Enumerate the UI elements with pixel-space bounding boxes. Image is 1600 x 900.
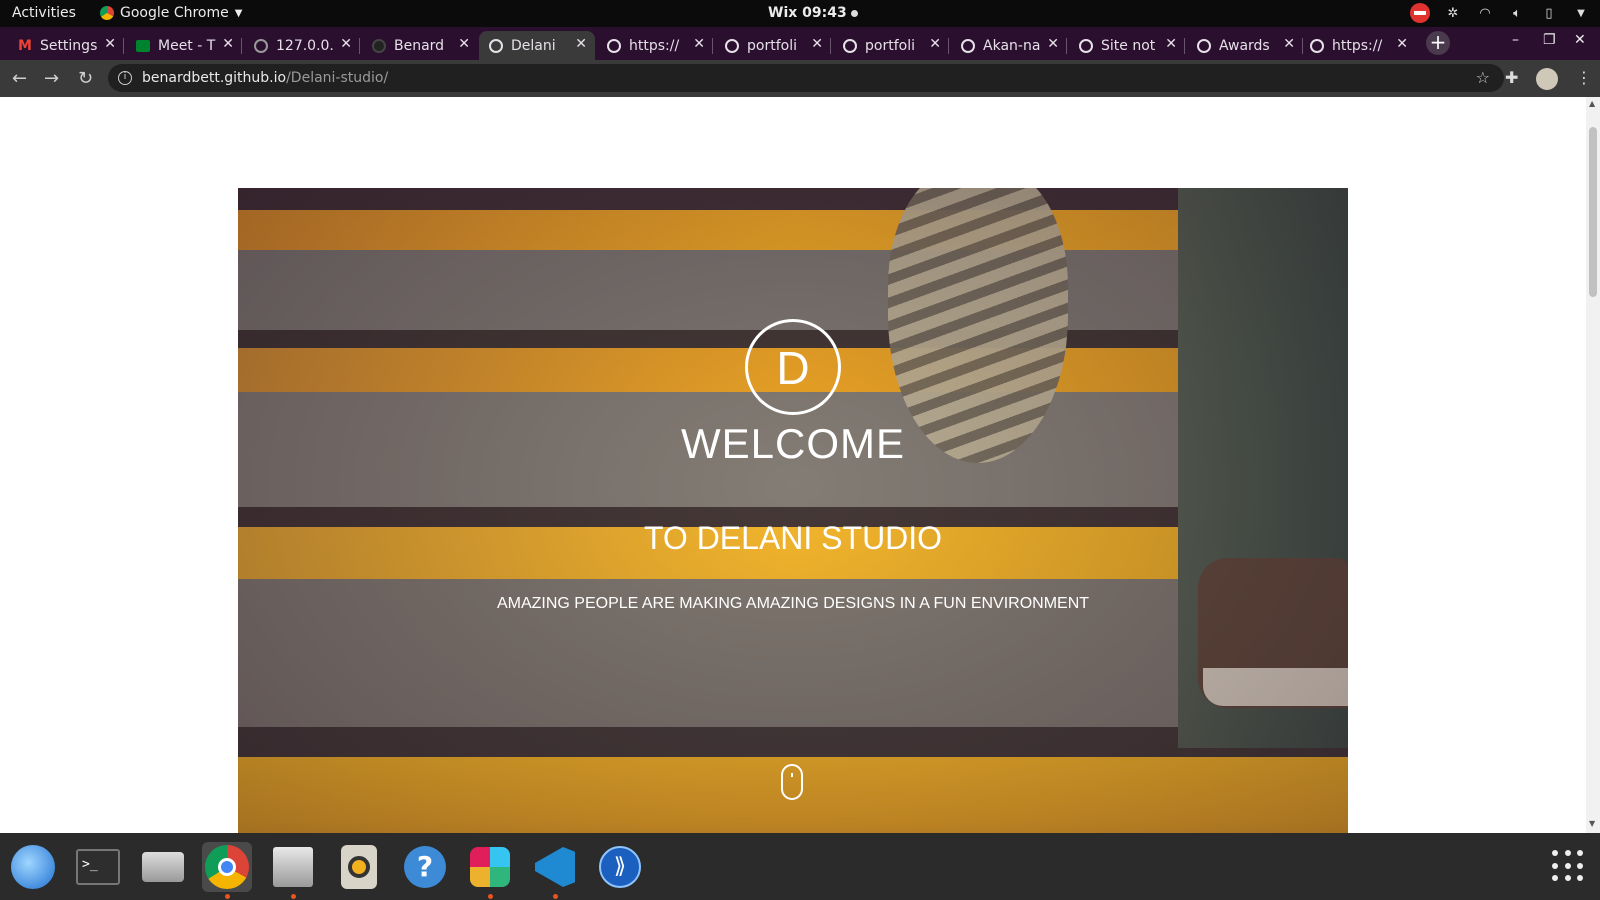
- close-tab-icon[interactable]: ✕: [575, 36, 587, 52]
- scroll-down-mouse-icon[interactable]: [781, 764, 803, 800]
- system-tray[interactable]: ✲ ◠ 🔈︎ ▯ ▼: [1410, 3, 1590, 23]
- hero-subtitle: TO DELANI STUDIO: [643, 520, 943, 556]
- back-arrow-icon[interactable]: ←: [12, 68, 27, 89]
- close-window-icon[interactable]: ✕: [1574, 32, 1586, 48]
- close-tab-icon[interactable]: ✕: [1283, 36, 1295, 52]
- globe-icon: [843, 38, 857, 53]
- site-info-icon[interactable]: i: [118, 71, 132, 85]
- tab-meet[interactable]: Meet - T ✕: [126, 31, 242, 60]
- globe-icon: [489, 38, 503, 53]
- scroll-up-arrow-icon[interactable]: ▲: [1589, 99, 1595, 108]
- running-indicator: [553, 894, 558, 899]
- tab-portfolio-1[interactable]: portfoli ✕: [715, 31, 831, 60]
- bookmark-star-icon[interactable]: ☆: [1476, 68, 1490, 87]
- url-path: /Delani-studio/: [286, 70, 389, 86]
- battery-icon: ▯: [1545, 5, 1553, 21]
- globe-icon: [725, 38, 739, 53]
- hero-tagline: AMAZING PEOPLE ARE MAKING AMAZING DESIGN…: [496, 595, 1090, 612]
- hero-section: D WELCOME TO DELANI STUDIO AMAZING PEOPL…: [238, 188, 1348, 833]
- system-top-bar: Activities Google Chrome ▼ Wix 09:43 ✲ ◠…: [0, 0, 1600, 27]
- tab-settings[interactable]: M Settings ✕: [8, 31, 124, 60]
- running-indicator: [488, 894, 493, 899]
- scroll-down-arrow-icon[interactable]: ▼: [1589, 819, 1595, 828]
- meet-icon: [136, 39, 150, 52]
- address-bar[interactable]: i benardbett.github.io/Delani-studio/ ☆: [108, 64, 1504, 92]
- studio-logo: D: [745, 319, 841, 415]
- new-tab-button[interactable]: +: [1426, 31, 1450, 55]
- url-host: benardbett.github.io: [142, 70, 287, 86]
- activities-button[interactable]: Activities: [12, 5, 76, 21]
- close-tab-icon[interactable]: ✕: [104, 36, 116, 52]
- system-menu-chevron-icon[interactable]: ▼: [1572, 4, 1590, 22]
- vscode-icon[interactable]: [530, 842, 580, 899]
- tab-site-not-found[interactable]: Site not ✕: [1069, 31, 1185, 60]
- terminal-icon[interactable]: >_: [73, 842, 123, 892]
- tab-portfolio-2[interactable]: portfoli ✕: [833, 31, 949, 60]
- forward-arrow-icon[interactable]: →: [44, 68, 59, 89]
- web-page: D WELCOME TO DELANI STUDIO AMAZING PEOPL…: [0, 97, 1586, 833]
- globe-icon: [254, 38, 268, 53]
- slack-tray-icon[interactable]: ✲: [1444, 4, 1462, 22]
- globe-icon: [1079, 38, 1093, 53]
- tab-awards[interactable]: Awards ✕: [1187, 31, 1303, 60]
- notification-dot: [850, 9, 858, 17]
- chevron-down-icon: ▼: [234, 7, 243, 19]
- slack-icon[interactable]: [465, 842, 515, 899]
- tab-akan-names[interactable]: Akan-na ✕: [951, 31, 1067, 60]
- wifi-icon: ◠: [1479, 5, 1491, 21]
- hero-welcome-heading: WELCOME: [680, 420, 905, 467]
- reload-icon[interactable]: ↻: [78, 68, 93, 89]
- close-tab-icon[interactable]: ✕: [458, 36, 470, 52]
- do-not-disturb-icon[interactable]: [1410, 3, 1430, 23]
- close-tab-icon[interactable]: ✕: [1396, 36, 1408, 52]
- clock[interactable]: Wix 09:43: [768, 5, 858, 21]
- tab-strip: M Settings ✕ Meet - T ✕ 127.0.0. ✕ Benar…: [0, 27, 1600, 60]
- chrome-icon[interactable]: [202, 842, 252, 899]
- running-indicator: [225, 894, 230, 899]
- minimize-icon[interactable]: –: [1512, 32, 1519, 48]
- scanner-icon[interactable]: [138, 842, 188, 892]
- volume-icon: 🔈︎: [1513, 5, 1521, 21]
- gmail-icon: M: [18, 37, 32, 54]
- files-icon[interactable]: [268, 842, 318, 899]
- dock: >_ ? ⟫: [0, 833, 1600, 900]
- globe-icon: [961, 38, 975, 53]
- help-icon[interactable]: ?: [400, 842, 450, 892]
- app-menu[interactable]: Google Chrome ▼: [100, 5, 242, 21]
- rhythmbox-icon[interactable]: [334, 842, 384, 892]
- browser-toolbar: ← → ↻ i benardbett.github.io/Delani-stud…: [0, 60, 1600, 97]
- tab-github[interactable]: Benard ✕: [362, 31, 478, 60]
- more-menu-icon[interactable]: ⋮: [1576, 68, 1592, 87]
- globe-icon: [607, 38, 621, 53]
- page-scrollbar[interactable]: ▲ ▼: [1586, 97, 1600, 833]
- thunderbird-icon[interactable]: [8, 842, 58, 892]
- github-icon: [372, 38, 386, 53]
- close-tab-icon[interactable]: ✕: [222, 36, 234, 52]
- running-indicator: [291, 894, 296, 899]
- show-applications-icon[interactable]: [1552, 850, 1584, 882]
- scrollbar-thumb[interactable]: [1589, 127, 1597, 297]
- close-tab-icon[interactable]: ✕: [693, 36, 705, 52]
- close-tab-icon[interactable]: ✕: [340, 36, 352, 52]
- profile-avatar[interactable]: [1536, 68, 1558, 90]
- globe-icon: [1310, 38, 1324, 53]
- tab-localhost[interactable]: 127.0.0. ✕: [244, 31, 360, 60]
- close-tab-icon[interactable]: ✕: [1047, 36, 1059, 52]
- close-tab-icon[interactable]: ✕: [811, 36, 823, 52]
- close-tab-icon[interactable]: ✕: [1165, 36, 1177, 52]
- restore-icon[interactable]: ❐: [1543, 32, 1556, 48]
- extensions-icon[interactable]: ✚: [1505, 68, 1518, 87]
- globe-icon: [1197, 38, 1211, 53]
- close-tab-icon[interactable]: ✕: [929, 36, 941, 52]
- tab-https-2[interactable]: https:// ✕: [1300, 31, 1416, 60]
- app-name: Google Chrome: [120, 5, 229, 21]
- hero-overlay: [238, 188, 1348, 833]
- zoom-icon[interactable]: ⟫: [595, 842, 645, 892]
- tab-delani[interactable]: Delani ✕: [479, 31, 595, 60]
- tab-https-1[interactable]: https:// ✕: [597, 31, 713, 60]
- chrome-icon: [100, 6, 114, 20]
